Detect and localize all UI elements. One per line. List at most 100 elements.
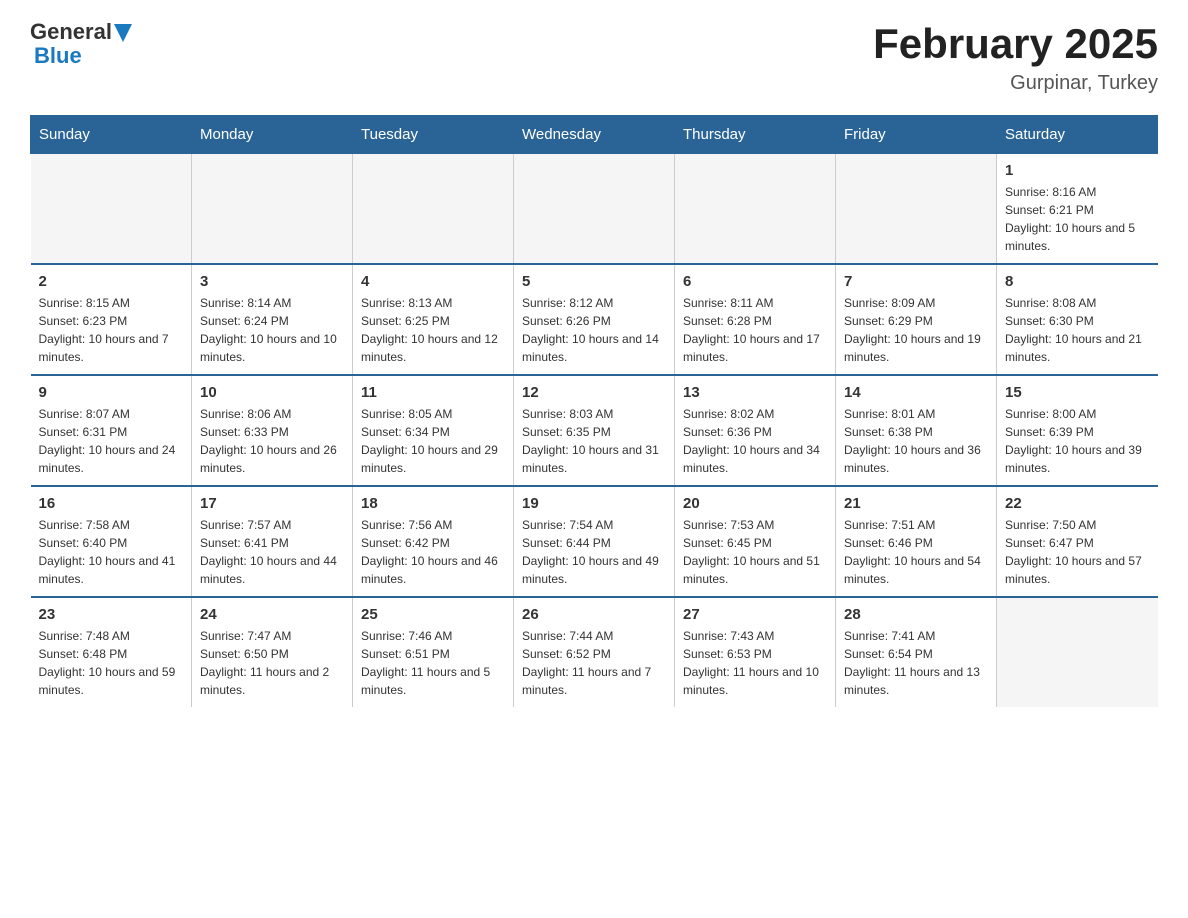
- day-info: Sunrise: 7:50 AM Sunset: 6:47 PM Dayligh…: [1005, 516, 1150, 588]
- day-number: 13: [683, 384, 827, 401]
- calendar-cell: 15 Sunrise: 8:00 AM Sunset: 6:39 PM Dayli…: [997, 375, 1158, 486]
- logo-blue-text: Blue: [34, 44, 132, 68]
- day-info: Sunrise: 8:11 AM Sunset: 6:28 PM Dayligh…: [683, 294, 827, 366]
- day-info: Sunrise: 7:57 AM Sunset: 6:41 PM Dayligh…: [200, 516, 344, 588]
- day-info: Sunrise: 7:53 AM Sunset: 6:45 PM Dayligh…: [683, 516, 827, 588]
- calendar-cell: 19Sunrise: 7:54 AM Sunset: 6:44 PM Dayli…: [514, 486, 675, 597]
- day-info: Sunrise: 7:46 AM Sunset: 6:51 PM Dayligh…: [361, 627, 505, 699]
- logo-general-text: General: [30, 20, 112, 44]
- calendar-cell: 9 Sunrise: 8:07 AM Sunset: 6:31 PM Daylig…: [31, 375, 192, 486]
- day-info: Sunrise: 7:47 AM Sunset: 6:50 PM Dayligh…: [200, 627, 344, 699]
- day-info: Sunrise: 8:07 AM Sunset: 6:31 PM Dayligh…: [39, 405, 184, 477]
- day-number: 20: [683, 495, 827, 512]
- calendar-week-row: 16Sunrise: 7:58 AM Sunset: 6:40 PM Dayli…: [31, 486, 1158, 597]
- calendar-week-row: 1 Sunrise: 8:16 AM Sunset: 6:21 PM Daylig…: [31, 154, 1158, 265]
- calendar-cell: 18 Sunrise: 7:56 AM Sunset: 6:42 PM Dayli…: [353, 486, 514, 597]
- calendar-cell: 8 Sunrise: 8:08 AM Sunset: 6:30 PM Daylig…: [997, 264, 1158, 375]
- day-number: 16: [39, 495, 184, 512]
- day-number: 3: [200, 273, 344, 290]
- day-number: 17: [200, 495, 344, 512]
- day-info: Sunrise: 8:13 AM Sunset: 6:25 PM Dayligh…: [361, 294, 505, 366]
- calendar-cell: 28 Sunrise: 7:41 AM Sunset: 6:54 PM Dayli…: [836, 597, 997, 707]
- calendar-cell: 1 Sunrise: 8:16 AM Sunset: 6:21 PM Daylig…: [997, 154, 1158, 265]
- calendar-cell: [31, 154, 192, 265]
- calendar-cell: [675, 154, 836, 265]
- day-number: 8: [1005, 273, 1150, 290]
- header-cell-monday: Monday: [192, 116, 353, 154]
- day-info: Sunrise: 8:12 AM Sunset: 6:26 PM Dayligh…: [522, 294, 666, 366]
- day-number: 4: [361, 273, 505, 290]
- day-info: Sunrise: 8:15 AM Sunset: 6:23 PM Dayligh…: [39, 294, 184, 366]
- calendar-cell: 26 Sunrise: 7:44 AM Sunset: 6:52 PM Dayli…: [514, 597, 675, 707]
- calendar-cell: 13 Sunrise: 8:02 AM Sunset: 6:36 PM Dayli…: [675, 375, 836, 486]
- header-cell-sunday: Sunday: [31, 116, 192, 154]
- day-info: Sunrise: 8:05 AM Sunset: 6:34 PM Dayligh…: [361, 405, 505, 477]
- calendar-cell: 17 Sunrise: 7:57 AM Sunset: 6:41 PM Dayli…: [192, 486, 353, 597]
- day-info: Sunrise: 8:01 AM Sunset: 6:38 PM Dayligh…: [844, 405, 988, 477]
- day-number: 28: [844, 606, 988, 623]
- calendar-table: SundayMondayTuesdayWednesdayThursdayFrid…: [30, 115, 1158, 707]
- calendar-cell: 7 Sunrise: 8:09 AM Sunset: 6:29 PM Daylig…: [836, 264, 997, 375]
- day-number: 15: [1005, 384, 1150, 401]
- calendar-cell: [514, 154, 675, 265]
- calendar-cell: 22 Sunrise: 7:50 AM Sunset: 6:47 PM Dayli…: [997, 486, 1158, 597]
- calendar-cell: [997, 597, 1158, 707]
- day-info: Sunrise: 8:02 AM Sunset: 6:36 PM Dayligh…: [683, 405, 827, 477]
- day-number: 5: [522, 273, 666, 290]
- calendar-cell: 2 Sunrise: 8:15 AM Sunset: 6:23 PM Daylig…: [31, 264, 192, 375]
- calendar-cell: 27 Sunrise: 7:43 AM Sunset: 6:53 PM Dayli…: [675, 597, 836, 707]
- day-info: Sunrise: 7:41 AM Sunset: 6:54 PM Dayligh…: [844, 627, 988, 699]
- calendar-cell: [353, 154, 514, 265]
- day-number: 1: [1005, 162, 1150, 179]
- calendar-cell: 14 Sunrise: 8:01 AM Sunset: 6:38 PM Dayli…: [836, 375, 997, 486]
- day-number: 18: [361, 495, 505, 512]
- day-number: 24: [200, 606, 344, 623]
- logo: General Blue: [30, 20, 132, 68]
- calendar-title: February 2025: [873, 20, 1158, 68]
- day-number: 7: [844, 273, 988, 290]
- day-info: Sunrise: 7:56 AM Sunset: 6:42 PM Dayligh…: [361, 516, 505, 588]
- day-number: 25: [361, 606, 505, 623]
- day-info: Sunrise: 8:08 AM Sunset: 6:30 PM Dayligh…: [1005, 294, 1150, 366]
- day-info: Sunrise: 8:03 AM Sunset: 6:35 PM Dayligh…: [522, 405, 666, 477]
- page-header: General Blue February 2025 Gurpinar, Tur…: [30, 20, 1158, 95]
- day-info: Sunrise: 8:06 AM Sunset: 6:33 PM Dayligh…: [200, 405, 344, 477]
- day-number: 22: [1005, 495, 1150, 512]
- day-number: 23: [39, 606, 184, 623]
- day-number: 21: [844, 495, 988, 512]
- calendar-header-row: SundayMondayTuesdayWednesdayThursdayFrid…: [31, 116, 1158, 154]
- day-info: Sunrise: 8:09 AM Sunset: 6:29 PM Dayligh…: [844, 294, 988, 366]
- calendar-cell: 21 Sunrise: 7:51 AM Sunset: 6:46 PM Dayli…: [836, 486, 997, 597]
- day-number: 6: [683, 273, 827, 290]
- calendar-week-row: 2 Sunrise: 8:15 AM Sunset: 6:23 PM Daylig…: [31, 264, 1158, 375]
- header-cell-thursday: Thursday: [675, 116, 836, 154]
- calendar-cell: 10 Sunrise: 8:06 AM Sunset: 6:33 PM Dayli…: [192, 375, 353, 486]
- day-info: Sunrise: 8:00 AM Sunset: 6:39 PM Dayligh…: [1005, 405, 1150, 477]
- day-info: Sunrise: 7:51 AM Sunset: 6:46 PM Dayligh…: [844, 516, 988, 588]
- calendar-subtitle: Gurpinar, Turkey: [873, 72, 1158, 95]
- calendar-cell: [836, 154, 997, 265]
- logo-triangle-icon: [114, 24, 132, 42]
- day-number: 14: [844, 384, 988, 401]
- day-number: 12: [522, 384, 666, 401]
- header-cell-friday: Friday: [836, 116, 997, 154]
- calendar-cell: 4 Sunrise: 8:13 AM Sunset: 6:25 PM Daylig…: [353, 264, 514, 375]
- day-info: Sunrise: 7:54 AM Sunset: 6:44 PM Dayligh…: [522, 516, 666, 588]
- day-info: Sunrise: 7:43 AM Sunset: 6:53 PM Dayligh…: [683, 627, 827, 699]
- day-number: 26: [522, 606, 666, 623]
- day-number: 11: [361, 384, 505, 401]
- day-number: 27: [683, 606, 827, 623]
- day-number: 10: [200, 384, 344, 401]
- calendar-cell: 23 Sunrise: 7:48 AM Sunset: 6:48 PM Dayli…: [31, 597, 192, 707]
- calendar-cell: 24 Sunrise: 7:47 AM Sunset: 6:50 PM Dayli…: [192, 597, 353, 707]
- calendar-cell: 25 Sunrise: 7:46 AM Sunset: 6:51 PM Dayli…: [353, 597, 514, 707]
- day-number: 9: [39, 384, 184, 401]
- calendar-cell: [192, 154, 353, 265]
- day-number: 2: [39, 273, 184, 290]
- day-info: Sunrise: 7:44 AM Sunset: 6:52 PM Dayligh…: [522, 627, 666, 699]
- day-info: Sunrise: 7:48 AM Sunset: 6:48 PM Dayligh…: [39, 627, 184, 699]
- day-info: Sunrise: 8:14 AM Sunset: 6:24 PM Dayligh…: [200, 294, 344, 366]
- day-info: Sunrise: 8:16 AM Sunset: 6:21 PM Dayligh…: [1005, 183, 1150, 255]
- header-cell-wednesday: Wednesday: [514, 116, 675, 154]
- calendar-week-row: 9 Sunrise: 8:07 AM Sunset: 6:31 PM Daylig…: [31, 375, 1158, 486]
